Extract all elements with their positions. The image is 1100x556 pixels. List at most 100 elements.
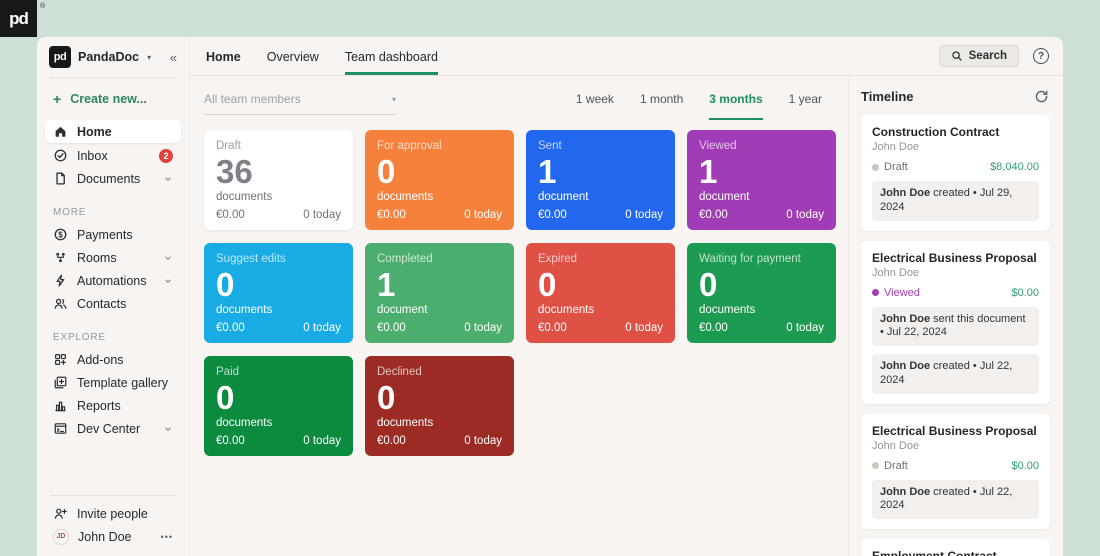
- create-new-button[interactable]: + Create new...: [37, 78, 189, 119]
- card-count: 0: [377, 379, 396, 416]
- card-label: Draft: [216, 140, 241, 152]
- team-members-select[interactable]: All team members ▾: [204, 92, 396, 115]
- sidebar-item-reports[interactable]: Reports: [37, 394, 189, 417]
- payments-icon: [54, 228, 67, 241]
- sidebar-item-rooms[interactable]: Rooms: [37, 246, 189, 269]
- main-region: Home Overview Team dashboard Search ? Al…: [190, 37, 1063, 556]
- status-card-for-approval[interactable]: For approval 0 documents €0.00 0 today: [365, 130, 514, 230]
- sidebar-item-addons[interactable]: Add-ons: [37, 348, 189, 371]
- overflow-menu-icon[interactable]: •••: [161, 532, 173, 542]
- document-amount: $0.00: [1011, 459, 1039, 472]
- card-label: Sent: [538, 140, 562, 152]
- timeline-card[interactable]: Construction Contract John Doe Draft $8,…: [861, 115, 1050, 231]
- card-unit: documents: [216, 303, 273, 316]
- tab-team-dashboard[interactable]: Team dashboard: [344, 37, 438, 75]
- card-count: 1: [377, 266, 396, 303]
- timeline-list: Construction Contract John Doe Draft $8,…: [849, 113, 1063, 556]
- chevron-down-icon: [165, 177, 171, 181]
- inbox-icon: [54, 149, 67, 162]
- search-label: Search: [968, 50, 1007, 62]
- card-unit: document: [377, 303, 428, 316]
- dev-center-icon: [54, 423, 67, 434]
- user-menu[interactable]: JD John Doe •••: [37, 525, 189, 548]
- sidebar: pd PandaDoc ▾ « + Create new... Home Inb…: [37, 37, 190, 556]
- card-unit: documents: [216, 416, 273, 429]
- sidebar-item-automations[interactable]: Automations: [37, 269, 189, 292]
- card-label: Completed: [377, 253, 433, 265]
- sidebar-item-documents[interactable]: Documents: [37, 167, 189, 190]
- card-count: 0: [538, 266, 557, 303]
- status-card-paid[interactable]: Paid 0 documents €0.00 0 today: [204, 356, 353, 456]
- invite-people-button[interactable]: Invite people: [37, 502, 189, 525]
- sidebar-item-inbox[interactable]: Inbox 2: [37, 144, 189, 167]
- sidebar-item-template-gallery[interactable]: Template gallery: [37, 371, 189, 394]
- status-card-suggest-edits[interactable]: Suggest edits 0 documents €0.00 0 today: [204, 243, 353, 343]
- status-cards-grid: Draft 36 documents €0.00 0 today For appr…: [204, 130, 836, 456]
- help-icon[interactable]: ?: [1033, 48, 1049, 64]
- contacts-icon: [54, 298, 67, 309]
- document-owner: John Doe: [872, 141, 920, 153]
- sidebar-item-payments[interactable]: Payments: [37, 223, 189, 246]
- app-window: pd PandaDoc ▾ « + Create new... Home Inb…: [37, 37, 1063, 556]
- status-card-draft[interactable]: Draft 36 documents €0.00 0 today: [204, 130, 353, 230]
- status-card-viewed[interactable]: Viewed 1 document €0.00 0 today: [687, 130, 836, 230]
- sidebar-item-contacts[interactable]: Contacts: [37, 292, 189, 315]
- card-amount: €0.00: [216, 435, 245, 447]
- document-owner: John Doe: [872, 266, 920, 279]
- document-amount: $0.00: [1011, 286, 1039, 299]
- sidebar-item-home[interactable]: Home: [45, 120, 181, 143]
- timeline-card[interactable]: Employment Contract John Doe Draft $0.00…: [861, 539, 1050, 556]
- sidebar-item-dev-center[interactable]: Dev Center: [37, 417, 189, 440]
- status-card-sent[interactable]: Sent 1 document €0.00 0 today: [526, 130, 675, 230]
- sidebar-item-label: Documents: [77, 171, 141, 186]
- card-count: 0: [699, 266, 718, 303]
- invite-person-icon: [54, 508, 67, 519]
- range-3-months[interactable]: 3 months: [709, 92, 763, 120]
- card-count: 0: [216, 266, 235, 303]
- avatar: JD: [53, 528, 69, 545]
- card-today: 0 today: [303, 435, 341, 447]
- card-today: 0 today: [625, 322, 663, 334]
- sidebar-item-label: Inbox: [77, 148, 108, 163]
- card-label: Paid: [216, 366, 240, 378]
- status-card-declined[interactable]: Declined 0 documents €0.00 0 today: [365, 356, 514, 456]
- card-label: Viewed: [699, 140, 737, 152]
- sidebar-item-label: Reports: [77, 398, 121, 413]
- card-today: 0 today: [464, 435, 502, 447]
- timeline-card[interactable]: Electrical Business Proposal John Doe Vi…: [861, 240, 1050, 404]
- sidebar-item-label: Template gallery: [77, 375, 169, 390]
- search-button[interactable]: Search: [938, 45, 1019, 67]
- chevron-down-icon: [165, 256, 171, 260]
- refresh-icon[interactable]: [1034, 89, 1049, 104]
- document-title: Construction Contract: [872, 125, 1000, 139]
- topbar: Home Overview Team dashboard Search ?: [190, 37, 1063, 76]
- range-1-year[interactable]: 1 year: [789, 92, 822, 120]
- card-today: 0 today: [303, 209, 341, 221]
- card-amount: €0.00: [699, 322, 728, 334]
- range-1-week[interactable]: 1 week: [576, 92, 614, 120]
- document-title: Electrical Business Proposal: [872, 423, 1037, 438]
- timeline-card[interactable]: Electrical Business Proposal John Doe Dr…: [861, 413, 1050, 529]
- collapse-sidebar-icon[interactable]: «: [170, 50, 177, 65]
- document-title: Electrical Business Proposal: [872, 250, 1037, 265]
- card-label: Waiting for payment: [699, 253, 801, 265]
- range-1-month[interactable]: 1 month: [640, 92, 683, 120]
- status-card-expired[interactable]: Expired 0 documents €0.00 0 today: [526, 243, 675, 343]
- status-card-waiting-for-payment[interactable]: Waiting for payment 0 documents €0.00 0 t…: [687, 243, 836, 343]
- reports-icon: [54, 401, 67, 412]
- sidebar-item-label: Home: [77, 124, 112, 139]
- status-dot: [872, 163, 879, 171]
- workspace-switcher[interactable]: pd PandaDoc ▾ «: [37, 37, 189, 77]
- card-amount: €0.00: [538, 322, 567, 334]
- card-label: For approval: [377, 140, 442, 152]
- status-card-completed[interactable]: Completed 1 document €0.00 0 today: [365, 243, 514, 343]
- tab-overview[interactable]: Overview: [267, 37, 319, 75]
- tab-home[interactable]: Home: [206, 37, 241, 75]
- card-today: 0 today: [625, 209, 663, 221]
- divider: [49, 495, 177, 496]
- plus-icon: +: [53, 91, 62, 107]
- sidebar-item-label: Rooms: [77, 250, 117, 265]
- sidebar-nav: Home Inbox 2 Documents MORE Payments Roo…: [37, 119, 189, 440]
- content-row: All team members ▾ 1 week 1 month 3 mont…: [190, 76, 1063, 556]
- team-members-value: All team members: [204, 92, 301, 106]
